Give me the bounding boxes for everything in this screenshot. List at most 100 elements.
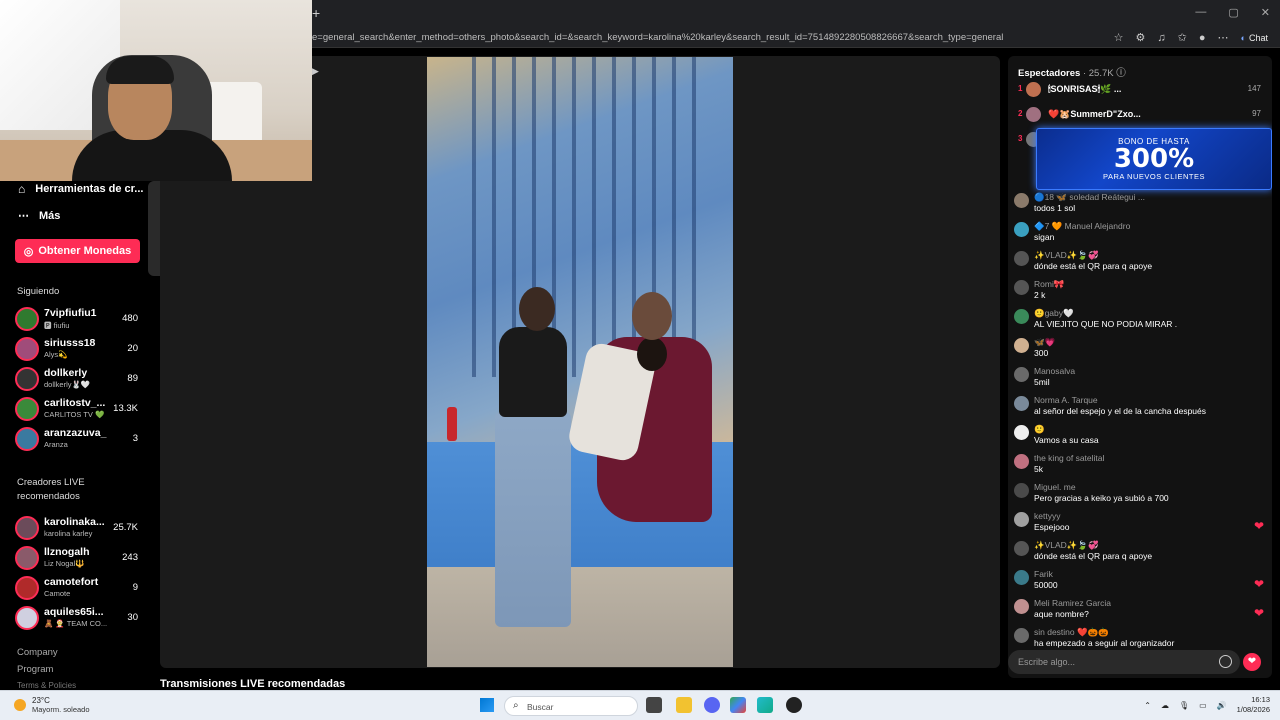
avatar[interactable] bbox=[1014, 425, 1029, 440]
avatar bbox=[15, 337, 39, 361]
chat-username[interactable]: Farik bbox=[1034, 569, 1053, 579]
avatar[interactable] bbox=[1014, 454, 1029, 469]
viewer-score: 97 bbox=[1252, 109, 1261, 118]
extension-icon[interactable]: ⚙ bbox=[1136, 31, 1146, 44]
maximize-button[interactable]: ▢ bbox=[1228, 6, 1238, 19]
avatar[interactable] bbox=[1014, 483, 1029, 498]
windows-start-icon[interactable] bbox=[480, 698, 494, 712]
viewer-name: 🕯SONRISAS🕯🌿 ... bbox=[1048, 84, 1122, 94]
sidebar-account-item[interactable]: carlitostv_... CARLITOS TV 💚 13.3K bbox=[15, 397, 141, 423]
chat-username[interactable]: 🔵18 🦋 soledad Reátegui ... bbox=[1034, 192, 1145, 203]
more-menu-icon[interactable]: ⋯ bbox=[1218, 31, 1229, 44]
sidebar-account-item[interactable]: dollkerly dollkerly🐰🤍 89 bbox=[15, 367, 141, 393]
obs-icon[interactable] bbox=[786, 697, 802, 713]
info-icon[interactable]: ⓘ bbox=[1116, 68, 1126, 79]
account-subtitle: 🧸 🤶 TEAM CO... bbox=[44, 619, 108, 628]
chat-username[interactable]: 🔷7 🧡 Manuel Alejandro bbox=[1034, 221, 1130, 232]
chat-username[interactable]: 🙂gaby🤍 bbox=[1034, 308, 1074, 319]
chat-panel: Espectadores · 25.7K ⓘ 1 🕯SONRISAS🕯🌿 ... 1… bbox=[1008, 56, 1272, 678]
sidebar-item-more[interactable]: ⋯ Más bbox=[18, 209, 60, 223]
chat-username[interactable]: ✨VLAD✨🍃💞 bbox=[1034, 250, 1099, 261]
like-heart-button[interactable]: ❤ bbox=[1243, 653, 1261, 671]
close-window-button[interactable]: ✕ bbox=[1261, 6, 1270, 19]
new-tab-button[interactable]: + bbox=[312, 5, 320, 21]
discord-icon[interactable] bbox=[704, 697, 720, 713]
chat-username[interactable]: sin destino ❤️🎃🎃 bbox=[1034, 627, 1109, 638]
avatar[interactable] bbox=[1014, 193, 1029, 208]
file-explorer-icon[interactable] bbox=[676, 697, 692, 713]
minimize-button[interactable]: — bbox=[1195, 6, 1206, 19]
taskbar-search-label: Buscar bbox=[527, 702, 554, 712]
avatar[interactable] bbox=[1014, 367, 1029, 382]
sidebar-item-creator-tools[interactable]: ⌂ Herramientas de cr... bbox=[18, 182, 143, 196]
chat-username[interactable]: 🙂 bbox=[1034, 424, 1045, 435]
footer-link-program[interactable]: Program bbox=[17, 664, 53, 675]
chat-input-box[interactable] bbox=[1008, 650, 1240, 674]
chat-username[interactable]: Manosalva bbox=[1034, 366, 1075, 376]
weather-widget[interactable]: 23°C Mayorm. soleado bbox=[14, 696, 90, 714]
avatar[interactable] bbox=[1014, 628, 1029, 643]
taskbar-search[interactable]: ⌕ Buscar bbox=[504, 696, 638, 716]
chat-input[interactable] bbox=[1018, 655, 1208, 669]
copilot-icon[interactable] bbox=[730, 697, 746, 713]
avatar[interactable] bbox=[1014, 280, 1029, 295]
avatar[interactable] bbox=[1014, 541, 1029, 556]
footer-link-company[interactable]: Company bbox=[17, 647, 58, 658]
chat-username[interactable]: Romi🎀 bbox=[1034, 279, 1064, 290]
reading-list-icon[interactable]: ♫ bbox=[1157, 32, 1165, 44]
chat-username[interactable]: 🦋💗 bbox=[1034, 337, 1055, 348]
avatar[interactable] bbox=[1014, 599, 1029, 614]
volume-icon[interactable]: 🔊 bbox=[1217, 701, 1227, 710]
chat-username[interactable]: Meli Ramirez Garcia bbox=[1034, 598, 1111, 608]
avatar[interactable] bbox=[1014, 309, 1029, 324]
url-text[interactable]: e=general_search&enter_method=others_pho… bbox=[312, 32, 1003, 43]
chat-username[interactable]: Norma A. Tarque bbox=[1034, 395, 1098, 405]
avatar[interactable] bbox=[1014, 512, 1029, 527]
expand-arrow-icon[interactable]: ▶ bbox=[312, 66, 319, 77]
chat-username[interactable]: the king of satelital bbox=[1034, 453, 1104, 463]
get-coins-label: Obtener Monedas bbox=[38, 245, 132, 257]
webcam-overlay bbox=[0, 0, 312, 181]
microphone-icon[interactable]: 🎙 bbox=[1179, 701, 1189, 710]
viewers-header[interactable]: Espectadores · 25.7K ⓘ bbox=[1018, 65, 1126, 79]
avatar bbox=[15, 606, 39, 630]
chat-username[interactable]: kettyyy bbox=[1034, 511, 1060, 521]
live-video-frame[interactable] bbox=[427, 57, 733, 667]
avatar[interactable] bbox=[1014, 338, 1029, 353]
clock[interactable]: 16:13 1/08/2026 bbox=[1237, 695, 1270, 715]
sidebar-account-item[interactable]: aquiles65i... 🧸 🤶 TEAM CO... 30 bbox=[15, 606, 141, 632]
task-view-icon[interactable] bbox=[646, 697, 662, 713]
sidebar-account-item[interactable]: llznogalh Liz Nogal🔱 243 bbox=[15, 546, 141, 572]
favorites-icon[interactable]: ✩ bbox=[1178, 31, 1187, 44]
chat-username[interactable]: ✨VLAD✨🍃💞 bbox=[1034, 540, 1099, 551]
chat-text: ha empezado a seguir al organizador bbox=[1034, 638, 1175, 648]
edge-browser-icon[interactable] bbox=[757, 697, 773, 713]
bookmark-star-icon[interactable]: ☆ bbox=[1114, 31, 1124, 44]
avatar[interactable] bbox=[1014, 570, 1029, 585]
chat-text: Vamos a su casa bbox=[1034, 435, 1099, 445]
avatar[interactable] bbox=[1014, 222, 1029, 237]
sidebar-account-item[interactable]: camotefort Camote 9 bbox=[15, 576, 141, 602]
profile-avatar-icon[interactable]: ● bbox=[1199, 32, 1206, 44]
sidebar-account-item[interactable]: siriusss18 Alys💫 20 bbox=[15, 337, 141, 363]
copilot-chat-button[interactable]: ◐ Chat bbox=[1241, 33, 1268, 43]
viewers-count: · 25.7K bbox=[1082, 68, 1114, 79]
top-viewer-row[interactable]: 2 ❤️🐹SummerD"Zxo... 97 bbox=[1018, 107, 1263, 123]
sidebar-account-item[interactable]: karolinaka... karolina karley 25.7K bbox=[15, 516, 141, 542]
top-viewer-row[interactable]: 1 🕯SONRISAS🕯🌿 ... 147 bbox=[1018, 82, 1263, 98]
get-coins-button[interactable]: ◎ Obtener Monedas bbox=[15, 239, 140, 263]
promo-banner[interactable]: BONO DE HASTA 300% PARA NUEVOS CLIENTES bbox=[1036, 128, 1272, 190]
avatar[interactable] bbox=[1014, 396, 1029, 411]
chat-username[interactable]: Miguel. me bbox=[1034, 482, 1076, 492]
account-name: 7vipfiufiu1 bbox=[44, 307, 97, 319]
footer-link-terms[interactable]: Terms & Policies bbox=[17, 681, 76, 690]
chevron-up-icon[interactable]: ⌃ bbox=[1144, 701, 1151, 710]
avatar[interactable] bbox=[1014, 251, 1029, 266]
viewers-label: Espectadores bbox=[1018, 68, 1081, 79]
emoji-icon[interactable] bbox=[1219, 655, 1232, 668]
sidebar-account-item[interactable]: 7vipfiufiu1 🅿 fiufiu 480 bbox=[15, 307, 141, 333]
cloud-icon[interactable]: ☁ bbox=[1161, 701, 1169, 710]
chat-text: sigan bbox=[1034, 232, 1055, 242]
network-icon[interactable]: ▭ bbox=[1199, 701, 1207, 710]
sidebar-account-item[interactable]: aranzazuva_ Aranza 3 bbox=[15, 427, 141, 453]
